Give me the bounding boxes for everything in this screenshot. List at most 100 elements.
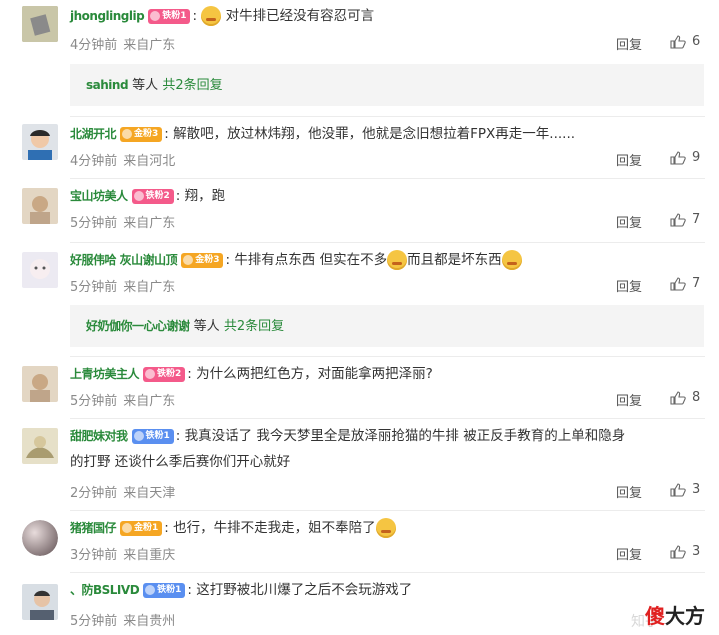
- comment-meta: 5分钟前 来自广东: [70, 390, 181, 409]
- comment-text-2: 的打野 还谈什么季后赛你们开心就好: [70, 454, 291, 470]
- username-link[interactable]: 甜肥妹对我: [70, 429, 128, 443]
- comment-line: 好服伟哈 灰山谢山顶 金粉3: 牛排有点东西 但实在不多 而且都是坏东西: [70, 250, 709, 270]
- comment-meta: 5分钟前 来自广东: [70, 276, 181, 295]
- reply-button[interactable]: 回复: [616, 544, 642, 563]
- crying-emoji-icon: [501, 250, 522, 270]
- comment-time: 2分钟前: [70, 486, 118, 501]
- avatar[interactable]: [22, 252, 58, 288]
- divider: [70, 510, 705, 511]
- avatar[interactable]: [22, 584, 58, 620]
- sub-reply-names[interactable]: 好奶伽你一心心谢谢: [86, 319, 190, 333]
- comment-item: 甜肥妹对我 铁粉1: 我真没话了 我今天梦里全是放泽丽抢猫的牛排 被正反手教育的上…: [0, 420, 719, 508]
- comment-location: 来自天津: [123, 486, 176, 501]
- like-button[interactable]: 6: [670, 34, 700, 49]
- sub-reply-summary[interactable]: 好奶伽你一心心谢谢 等人 共2条回复: [70, 305, 704, 347]
- like-button[interactable]: 3: [670, 482, 700, 497]
- reply-button[interactable]: 回复: [616, 276, 642, 295]
- crying-emoji-icon: [387, 250, 408, 270]
- comment-list: jhonglinglip 铁粉1: 对牛排已经没有容忍可言 4分钟前 来自广东 回复…: [0, 0, 719, 635]
- like-button[interactable]: 9: [670, 150, 700, 165]
- comment-meta: 4分钟前 来自广东: [70, 34, 181, 53]
- comment-item: 上青坊美主人 铁粉2: 为什么两把红色方，对面能拿两把泽丽? 5分钟前 来自广东 回…: [0, 358, 719, 414]
- username-link[interactable]: 北湖开北: [70, 127, 117, 141]
- like-count: 8: [692, 390, 701, 405]
- avatar-image-icon: [22, 188, 58, 224]
- like-count: 9: [692, 150, 701, 165]
- sub-reply-count-link[interactable]: 共2条回复: [224, 319, 284, 334]
- like-button[interactable]: 3: [670, 544, 700, 559]
- comment-item: 好服伟哈 灰山谢山顶 金粉3: 牛排有点东西 但实在不多 而且都是坏东西 5分钟前来…: [0, 244, 719, 304]
- reply-button[interactable]: 回复: [616, 390, 642, 409]
- fan-badge: 金粉3: [181, 252, 224, 268]
- comment-text: 我真没话了 我今天梦里全是放泽丽抢猫的牛排 被正反手教育的上单和隐身: [184, 428, 626, 444]
- comment-time: 5分钟前: [70, 394, 118, 409]
- comment-location: 来自广东: [123, 216, 176, 231]
- username-link[interactable]: 、防BSLIVD: [70, 583, 140, 597]
- comment-line: 、防BSLIVD 铁粉1: 这打野被北川爆了之后不会玩游戏了: [70, 580, 709, 600]
- sub-reply-names[interactable]: sahind: [86, 78, 129, 92]
- thumbs-up-icon: [670, 34, 686, 49]
- username-link[interactable]: 猪猪国仔: [70, 521, 117, 535]
- comment-text: 也行，牛排不走我走，姐不奉陪了: [173, 520, 376, 536]
- like-count: 7: [692, 212, 701, 227]
- watermark: 傻大方: [645, 600, 705, 629]
- reply-button[interactable]: 回复: [616, 482, 642, 501]
- comment-location: 来自重庆: [123, 548, 176, 563]
- like-button[interactable]: 8: [670, 390, 700, 405]
- sub-reply-summary[interactable]: sahind 等人 共2条回复: [70, 64, 704, 106]
- comment-meta: 5分钟前 来自贵州: [70, 610, 181, 629]
- comment-text: 解散吧，放过林炜翔，他没罪，他就是念旧想拉着FPX再走一年......: [173, 126, 576, 142]
- comment-text: 为什么两把红色方，对面能拿两把泽丽?: [196, 366, 433, 382]
- thumbs-up-icon: [670, 212, 686, 227]
- comment-line: 宝山坊美人 铁粉2: 翔，跑: [70, 186, 709, 206]
- comment-time: 5分钟前: [70, 614, 118, 629]
- like-button[interactable]: 7: [670, 276, 700, 291]
- colon: :: [187, 366, 192, 382]
- username-link[interactable]: 好服伟哈 灰山谢山顶: [70, 253, 178, 267]
- comment-item: jhonglinglip 铁粉1: 对牛排已经没有容忍可言 4分钟前 来自广东 回复…: [0, 0, 719, 64]
- username-link[interactable]: 宝山坊美人: [70, 189, 128, 203]
- reply-button[interactable]: 回复: [616, 150, 642, 169]
- reply-button[interactable]: 回复: [616, 212, 642, 231]
- avatar[interactable]: [22, 188, 58, 224]
- sub-reply-count-link[interactable]: 共2条回复: [162, 78, 222, 93]
- thumbs-up-icon: [670, 150, 686, 165]
- divider: [70, 116, 705, 117]
- avatar-image-icon: [22, 428, 58, 464]
- like-count: 3: [692, 482, 701, 497]
- fan-badge: 金粉1: [120, 520, 163, 536]
- colon: :: [164, 520, 169, 536]
- avatar[interactable]: [22, 366, 58, 402]
- colon: :: [192, 8, 198, 24]
- like-count: 7: [692, 276, 701, 291]
- avatar[interactable]: [22, 428, 58, 464]
- comment-meta: 4分钟前 来自河北: [70, 150, 181, 169]
- like-count: 6: [692, 34, 701, 49]
- fan-badge: 铁粉1: [148, 8, 191, 24]
- comment-location: 来自广东: [123, 38, 176, 53]
- colon: :: [225, 252, 231, 268]
- comment-location: 来自贵州: [123, 614, 176, 629]
- comment-meta: 2分钟前 来自天津: [70, 482, 181, 501]
- thumbs-up-icon: [670, 482, 686, 497]
- thumbs-up-icon: [670, 276, 686, 291]
- comment-item: 、防BSLIVD 铁粉1: 这打野被北川爆了之后不会玩游戏了 5分钟前 来自贵州: [0, 574, 719, 635]
- reply-button[interactable]: 回复: [616, 34, 642, 53]
- username-link[interactable]: 上青坊美主人: [70, 367, 140, 381]
- fan-badge: 铁粉1: [131, 428, 174, 444]
- smile-emoji-icon: [201, 6, 222, 26]
- username-link[interactable]: jhonglinglip: [70, 9, 145, 23]
- comment-line-2: 的打野 还谈什么季后赛你们开心就好: [70, 452, 709, 472]
- avatar[interactable]: [22, 520, 58, 556]
- comment-item: 北湖开北 金粉3: 解散吧，放过林炜翔，他没罪，他就是念旧想拉着FPX再走一年..…: [0, 118, 719, 176]
- comment-time: 5分钟前: [70, 280, 118, 295]
- divider: [70, 572, 705, 573]
- comment-line: 甜肥妹对我 铁粉1: 我真没话了 我今天梦里全是放泽丽抢猫的牛排 被正反手教育的上…: [70, 426, 709, 446]
- comment-text: 这打野被北川爆了之后不会玩游戏了: [196, 582, 413, 598]
- avatar[interactable]: [22, 124, 58, 160]
- watermark-dark: 大方: [665, 604, 705, 628]
- like-button[interactable]: 7: [670, 212, 700, 227]
- comment-text: 牛排有点东西 但实在不多: [234, 252, 388, 268]
- comment-time: 3分钟前: [70, 548, 118, 563]
- avatar[interactable]: [22, 6, 58, 42]
